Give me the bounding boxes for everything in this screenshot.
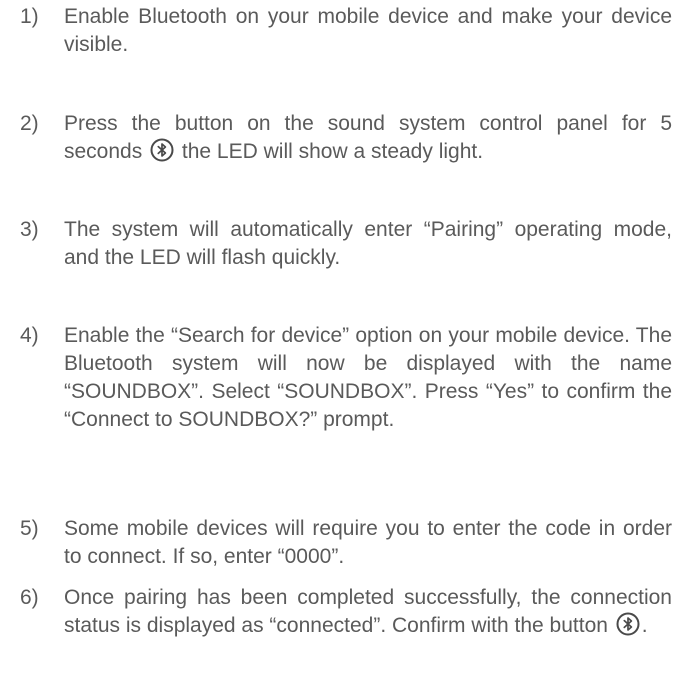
step-3: 3) The system will automatically enter “…	[0, 216, 682, 272]
step-number: 5)	[20, 517, 39, 540]
step-6: 6) Once pairing has been completed succe…	[0, 584, 682, 640]
step-text: Once pairing has been completed successf…	[64, 584, 672, 640]
step-text-after-icon: .	[641, 614, 648, 637]
step-number: 2)	[20, 112, 39, 135]
bluetooth-icon	[616, 612, 640, 636]
step-text: The system will automatically enter “Pai…	[64, 218, 672, 269]
step-4: 4) Enable the “Search for device” option…	[0, 322, 682, 434]
step-text: Enable the “Search for device” option on…	[64, 324, 672, 431]
bluetooth-icon	[150, 138, 174, 162]
step-text: Press the button on the sound system con…	[64, 110, 672, 166]
step-2: 2) Press the button on the sound system …	[0, 110, 682, 166]
step-text: Enable Bluetooth on your mobile device a…	[64, 5, 672, 56]
step-number: 1)	[20, 5, 39, 28]
step-text: Some mobile devices will require you to …	[64, 517, 672, 568]
step-text-after-icon: the LED will show a steady light.	[181, 140, 484, 163]
step-number: 6)	[20, 586, 39, 609]
step-1: 1) Enable Bluetooth on your mobile devic…	[0, 3, 682, 59]
step-text-before-icon: Once pairing has been completed successf…	[64, 586, 672, 637]
step-number: 4)	[20, 324, 39, 347]
step-5: 5) Some mobile devices will require you …	[0, 515, 682, 571]
step-number: 3)	[20, 218, 39, 241]
